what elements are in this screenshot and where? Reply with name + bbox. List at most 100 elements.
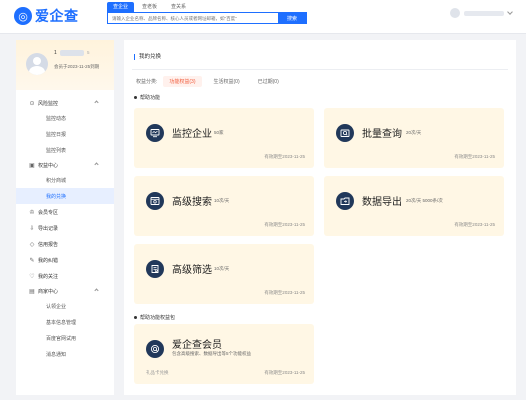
- profile-name-prefix: 1: [54, 50, 57, 56]
- user-menu[interactable]: [450, 8, 513, 18]
- sidebar-item-label: 信用报告: [38, 241, 59, 248]
- sidebar-item-label: 我的关注: [38, 273, 59, 280]
- user-avatar: [450, 8, 460, 18]
- sidebar-item-monitor-feed[interactable]: 监控动态: [16, 110, 114, 126]
- package-description: 包含高级搜索、数据导出等5个功能权益: [172, 351, 252, 356]
- report-icon: ◇: [29, 241, 35, 248]
- profile-level: 5: [87, 50, 90, 55]
- card-title: 数据导出: [362, 197, 402, 208]
- benefit-card-advanced-filter[interactable]: 高级筛选 10次/天 有效期至2023-11-25: [134, 244, 314, 304]
- shield-icon: ⊙: [29, 100, 35, 107]
- sidebar-item-my-follows[interactable]: ♡ 我的关注: [16, 268, 114, 284]
- gift-icon: ▣: [29, 162, 35, 169]
- card-expiry: 有效期至2023-11-25: [454, 154, 495, 159]
- logo-text: 爱企查: [35, 8, 79, 24]
- card-expiry: 有效期至2023-11-25: [264, 290, 305, 295]
- sidebar-item-monitor-daily[interactable]: 监控日报: [16, 126, 114, 142]
- section-label-text: 帮助功能: [140, 95, 161, 101]
- search-tab-company[interactable]: 查企业: [107, 2, 135, 12]
- sidebar-item-credit-report[interactable]: ◇ 信用报告: [16, 236, 114, 252]
- sidebar-item-export-records[interactable]: ⇩ 导出记录: [16, 220, 114, 236]
- card-title: 高级筛选: [172, 265, 212, 276]
- sidebar-item-my-redemptions[interactable]: 我的兑换: [16, 188, 114, 204]
- benefit-card-advanced-search[interactable]: 高级搜索 10次/天 有效期至2023-11-25: [134, 176, 314, 236]
- package-source: 礼品卡兑换: [146, 370, 169, 375]
- advanced-search-icon: [146, 192, 164, 210]
- sidebar-group-label: 商家中心: [38, 288, 59, 295]
- filter-expired[interactable]: 已过期(0): [252, 76, 285, 87]
- search-box: 搜索: [107, 12, 307, 24]
- sidebar-item-baidu-site-trial[interactable]: 百度官网试用: [16, 330, 114, 346]
- benefit-card-batch-query[interactable]: 批量查询 20次/天 有效期至2023-11-25: [324, 108, 504, 168]
- sidebar-group-label: 权益中心: [38, 162, 59, 169]
- search-tab-relation[interactable]: 查关系: [165, 2, 192, 12]
- monitor-icon: [146, 124, 164, 142]
- bullet-dot: [134, 316, 137, 319]
- avatar[interactable]: [26, 53, 48, 75]
- main-panel: 我的兑换 权益分类: 功能权益(3) 生活权益(0) 已过期(0) 帮助功能 监…: [124, 40, 516, 395]
- data-export-icon: [336, 192, 354, 210]
- card-quota: 20次/天: [406, 130, 422, 135]
- package-expiry: 有效期至2023-11-25: [264, 370, 305, 375]
- search-input[interactable]: [108, 13, 278, 23]
- profile-name-redacted: [60, 50, 84, 56]
- benefit-card-data-export[interactable]: 数据导出 20次/天 5000条/次 有效期至2023-11-25: [324, 176, 504, 236]
- card-quota: 20次/天 5000条/次: [406, 198, 443, 203]
- sidebar-group-label: 风险监控: [38, 100, 59, 107]
- search-button[interactable]: 搜索: [278, 13, 306, 23]
- divider: [132, 69, 508, 70]
- card-title: 监控企业: [172, 129, 212, 140]
- bullet-dot: [134, 96, 137, 99]
- chevron-up-icon: [94, 162, 99, 167]
- sidebar-group-risk-monitor[interactable]: ⊙ 风险监控: [16, 96, 114, 110]
- sidebar-item-monitor-list[interactable]: 监控列表: [16, 142, 114, 158]
- sidebar-group-merchant[interactable]: ▤ 商家中心: [16, 284, 114, 298]
- heart-icon: ♡: [29, 273, 35, 280]
- sidebar-menu: ⊙ 风险监控 监控动态 监控日报 监控列表 ▣ 权益中心 积分商城 我的兑换 ♔…: [16, 90, 114, 362]
- search-tab-boss[interactable]: 查老板: [136, 2, 163, 12]
- sidebar-item-notifications[interactable]: 消息通知: [16, 346, 114, 362]
- search-tabs: 查企业 查老板 查关系: [107, 2, 192, 12]
- filter-icon: [146, 260, 164, 278]
- sidebar-item-label: 导出记录: [38, 225, 59, 232]
- edit-icon: ✎: [29, 257, 35, 264]
- card-expiry: 有效期至2023-11-25: [454, 222, 495, 227]
- page-title: 我的兑换: [134, 54, 161, 60]
- sidebar-item-points-mall[interactable]: 积分商城: [16, 172, 114, 188]
- logo[interactable]: ◎ 爱企查: [14, 6, 79, 26]
- chevron-up-icon: [94, 288, 99, 293]
- section-label-text: 帮助功能权益包: [140, 315, 176, 321]
- batch-query-icon: [336, 124, 354, 142]
- user-name-redacted: [464, 10, 504, 16]
- download-icon: ⇩: [29, 225, 35, 232]
- store-icon: ▤: [29, 288, 35, 295]
- sidebar-item-label: 会员专区: [38, 209, 59, 216]
- section-label-functions: 帮助功能: [134, 94, 160, 101]
- package-title: 爱企查会员: [172, 340, 222, 351]
- membership-expiry: 会员于2023-11-25到期: [54, 64, 100, 69]
- card-quota: 10次/天: [214, 266, 230, 271]
- profile-card: 1 5 会员于2023-11-25到期: [16, 40, 114, 90]
- benefit-filter-row: 权益分类: 功能权益(3) 生活权益(0) 已过期(0): [136, 76, 285, 87]
- benefit-package-card[interactable]: 爱企查会员 包含高级搜索、数据导出等5个功能权益 礼品卡兑换 有效期至2023-…: [134, 324, 314, 384]
- member-badge-icon: [146, 340, 164, 358]
- chevron-up-icon: [94, 100, 99, 105]
- card-title: 批量查询: [362, 129, 402, 140]
- sidebar-item-claim-company[interactable]: 认领企业: [16, 298, 114, 314]
- section-label-packages: 帮助功能权益包: [134, 314, 175, 321]
- sidebar-item-my-corrections[interactable]: ✎ 我的纠错: [16, 252, 114, 268]
- sidebar-group-benefits[interactable]: ▣ 权益中心: [16, 158, 114, 172]
- card-quota: 10次/天: [214, 198, 230, 203]
- filter-label: 权益分类:: [136, 79, 158, 85]
- sidebar: 1 5 会员于2023-11-25到期 ⊙ 风险监控 监控动态 监控日报 监控列…: [16, 40, 114, 395]
- sidebar-item-basic-info[interactable]: 基本信息管理: [16, 314, 114, 330]
- logo-icon: ◎: [14, 7, 32, 25]
- sidebar-item-member-zone[interactable]: ♔ 会员专区: [16, 204, 114, 220]
- top-header: ◎ 爱企查 查企业 查老板 查关系 搜索: [0, 0, 526, 34]
- sidebar-item-label: 我的纠错: [38, 257, 59, 264]
- filter-life-benefits[interactable]: 生活权益(0): [208, 76, 246, 87]
- benefit-card-monitor[interactable]: 监控企业 50家 有效期至2023-11-25: [134, 108, 314, 168]
- card-quota: 50家: [214, 130, 224, 135]
- filter-function-benefits[interactable]: 功能权益(3): [163, 76, 202, 87]
- card-title: 高级搜索: [172, 197, 212, 208]
